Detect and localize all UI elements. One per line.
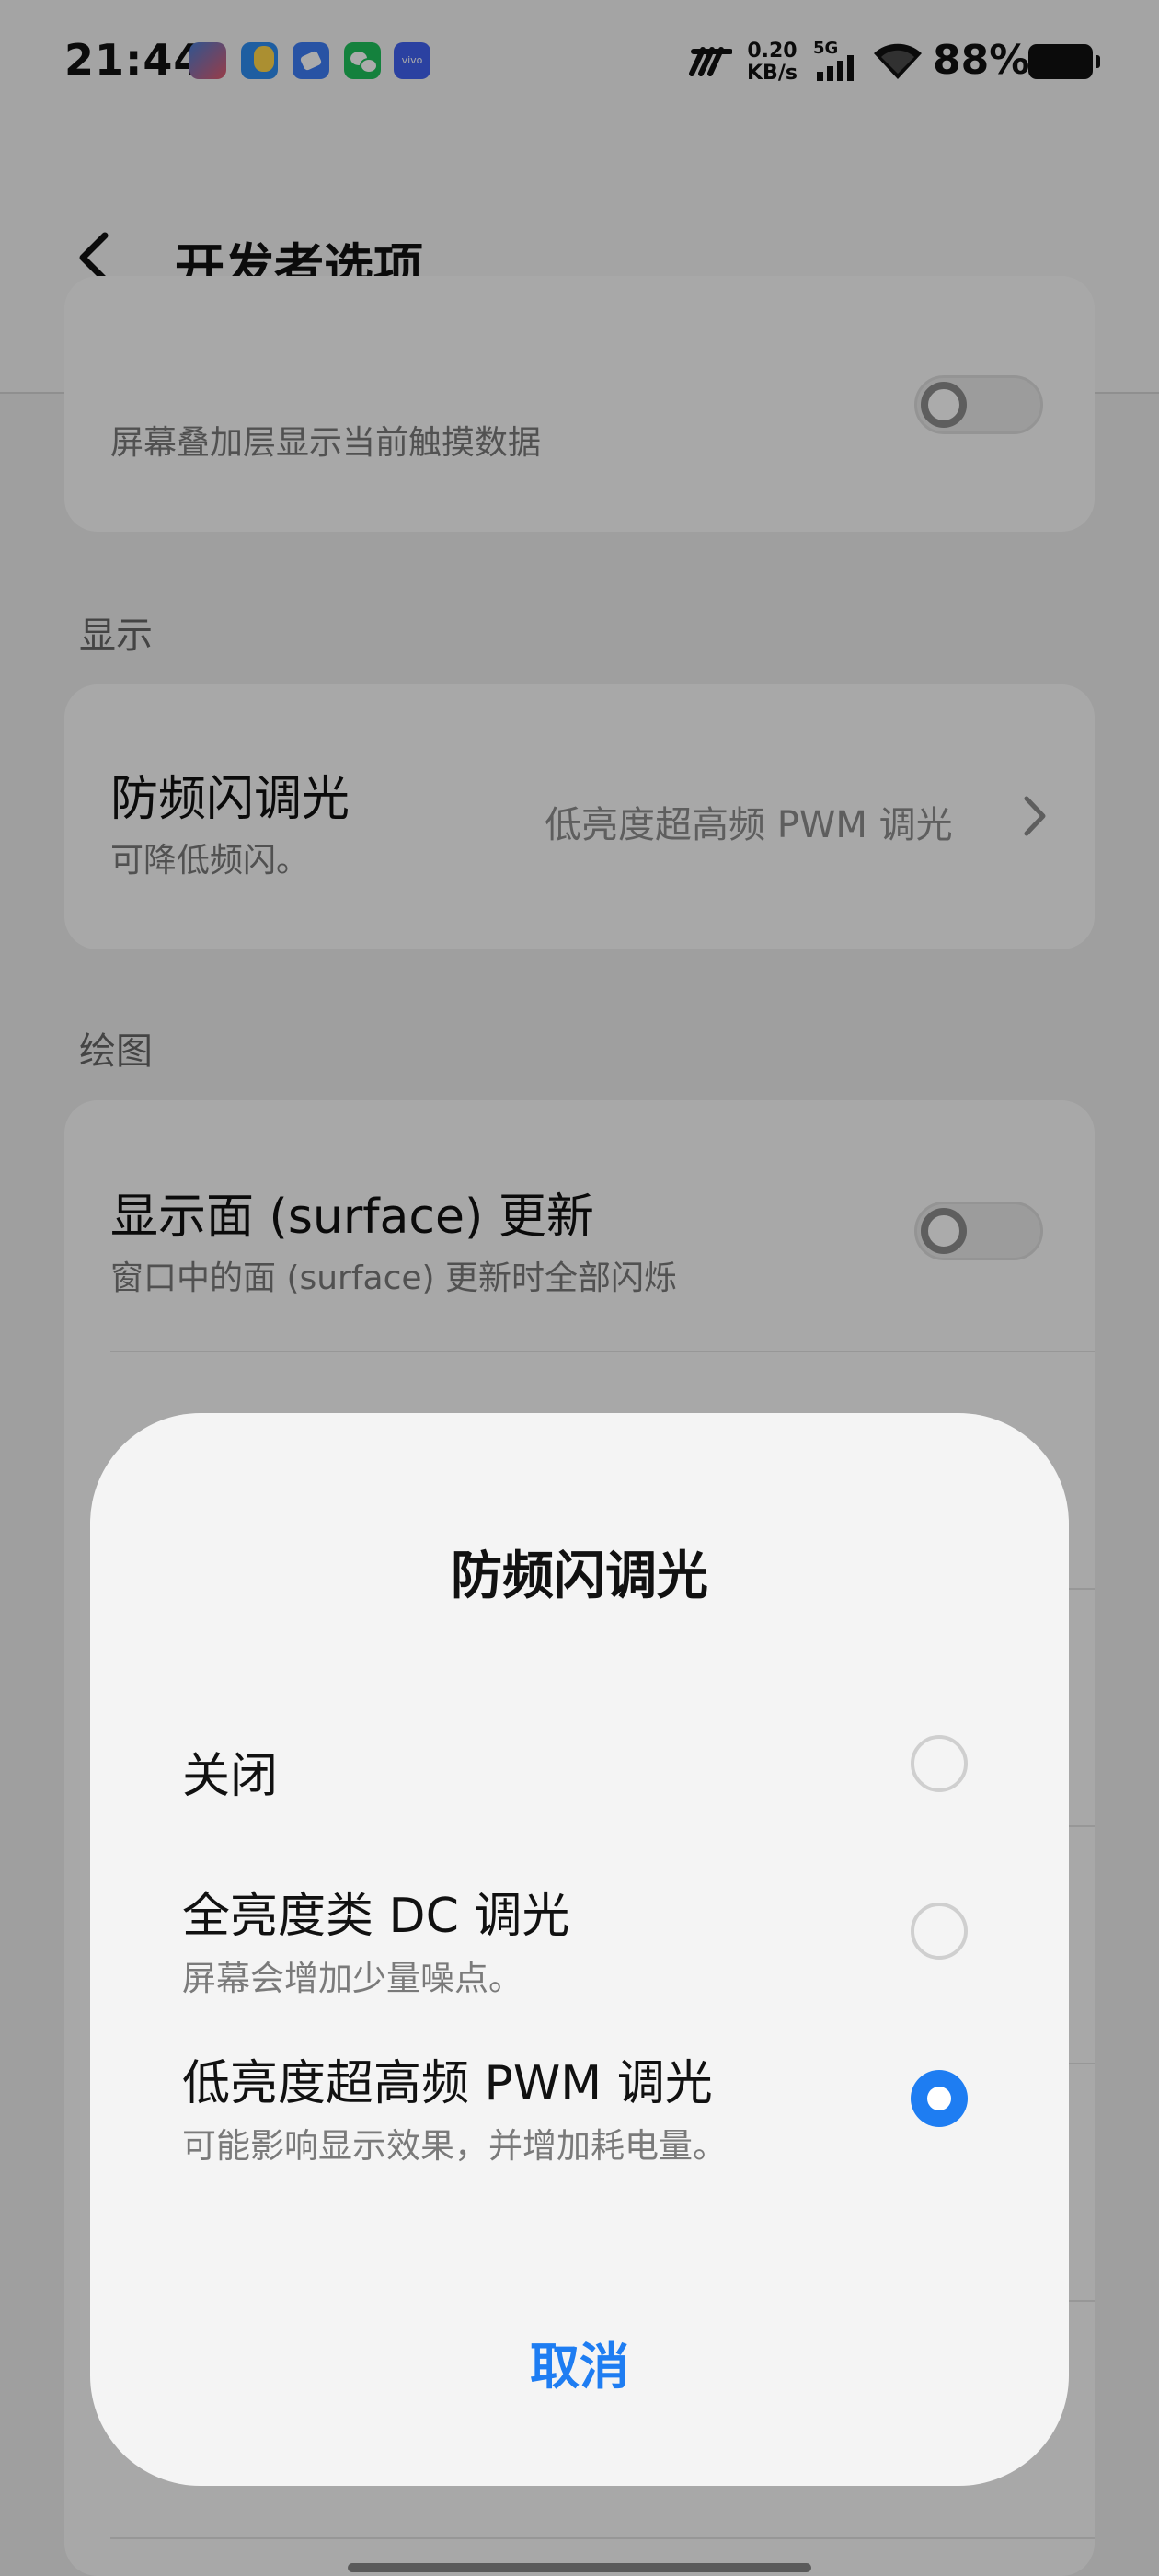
option-dc-dimming-subtitle: 屏幕会增加少量噪点。	[182, 1959, 522, 1998]
option-pwm-dimming-subtitle: 可能影响显示效果，并增加耗电量。	[182, 2126, 727, 2166]
option-dc-dimming-label: 全亮度类 DC 调光	[182, 1889, 570, 1944]
option-dc-dimming-radio[interactable]	[911, 1903, 968, 1960]
dialog-title: 防频闪调光	[451, 1547, 708, 1606]
option-off-radio[interactable]	[911, 1735, 968, 1792]
cancel-button[interactable]: 取消	[0, 2326, 1159, 2398]
option-pwm-dimming-label: 低亮度超高频 PWM 调光	[182, 2056, 713, 2111]
option-off-label: 关闭	[182, 1749, 279, 1804]
option-pwm-dimming-radio-selected[interactable]	[911, 2070, 968, 2127]
home-indicator[interactable]	[348, 2563, 811, 2572]
